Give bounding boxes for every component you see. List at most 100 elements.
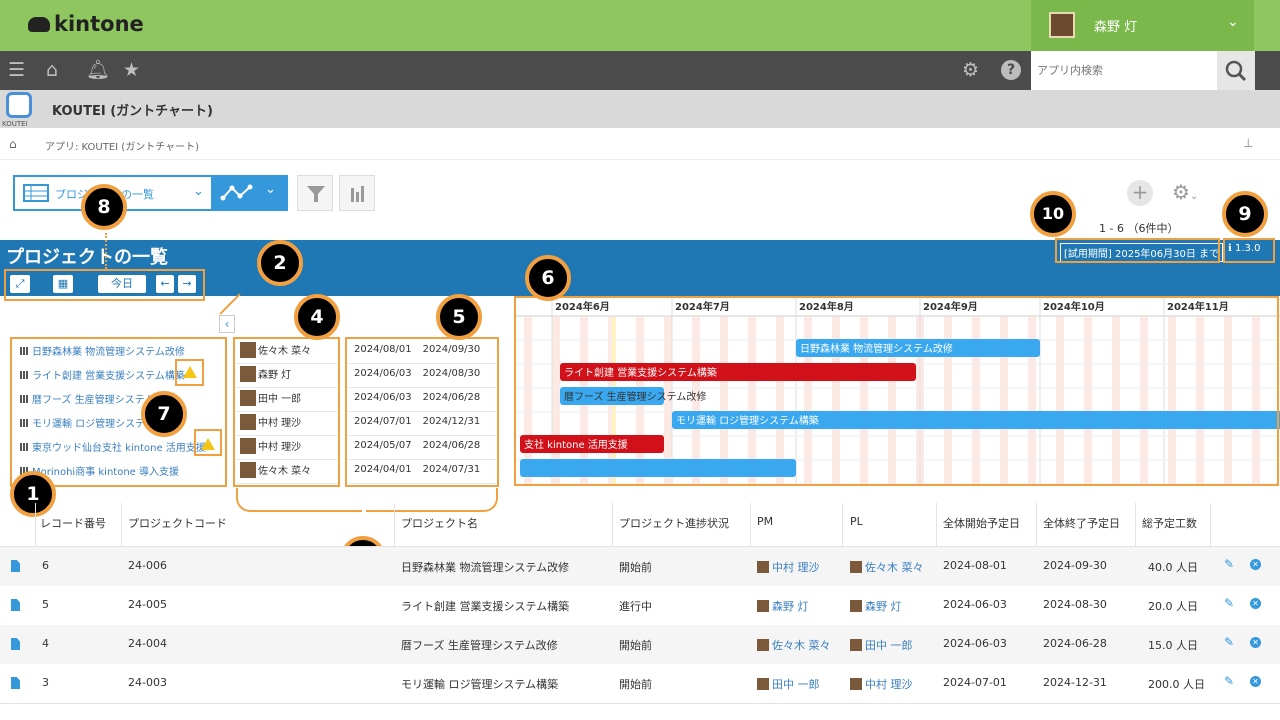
graph-button[interactable] <box>339 175 375 211</box>
cell-end: 2024-12-31 <box>1043 676 1107 689</box>
cell-status: 開始前 <box>619 678 652 691</box>
user-menu[interactable]: 森野 灯 ⌄ <box>1031 0 1254 51</box>
cell-pm[interactable]: 佐々木 菜々 <box>757 637 831 653</box>
chevron-left-icon: ‹ <box>224 317 230 331</box>
cell-code: 24-006 <box>128 559 167 572</box>
cell-pm[interactable]: 森野 灯 <box>757 598 809 614</box>
cell-pl[interactable]: 森野 灯 <box>850 598 902 614</box>
cell-pl[interactable]: 佐々木 菜々 <box>850 559 924 575</box>
pencil-icon[interactable]: ✎ <box>1224 557 1234 571</box>
cell-end: 2024-09-30 <box>1043 559 1107 572</box>
cell-name: 暦フーズ 生産管理システム改修 <box>401 639 558 652</box>
user-name: 田中 一郎 <box>865 639 913 652</box>
cell-start: 2024-08-01 <box>943 559 1007 572</box>
annotation-box <box>233 337 340 487</box>
cell-name: モリ運輸 ロジ管理システム構築 <box>401 678 559 691</box>
column-header[interactable]: プロジェクトコード <box>128 515 227 531</box>
breadcrumb-app-link[interactable]: アプリ: KOUTEI (ガントチャート) <box>45 138 199 153</box>
cell-pl[interactable]: 田中 一郎 <box>850 637 913 653</box>
cell-name: ライト創建 営業支援システム構築 <box>401 600 570 613</box>
home-icon[interactable]: ⌂ <box>46 59 58 81</box>
bell-icon[interactable]: 🔔︎ <box>86 59 110 81</box>
chevron-down-icon: ⌄ <box>1227 14 1239 30</box>
column-header[interactable]: PM <box>757 515 773 528</box>
cell-effort: 20.0 人日 <box>1148 600 1198 613</box>
annotation-box <box>4 269 205 301</box>
menu-icon[interactable]: ☰ <box>8 59 25 81</box>
callout-marker: 9 <box>1222 191 1268 237</box>
cloud-icon <box>28 17 50 32</box>
cell-pm[interactable]: 中村 理沙 <box>757 559 820 575</box>
delete-icon[interactable]: ✕ <box>1250 637 1261 648</box>
pin-icon[interactable]: ⊥ <box>1243 136 1253 150</box>
cell-pl[interactable]: 中村 理沙 <box>850 676 913 692</box>
user-avatar <box>850 639 862 651</box>
collapse-panel-button[interactable]: ‹ <box>219 315 235 333</box>
row-line <box>0 703 1280 704</box>
column-header[interactable]: レコード番号 <box>40 515 106 531</box>
kintone-logo[interactable]: kintone <box>28 12 144 36</box>
column-separator <box>750 503 751 546</box>
add-record-button[interactable]: + <box>1127 180 1153 206</box>
user-avatar <box>757 678 769 690</box>
cell-id: 3 <box>42 676 49 689</box>
cell-status: 開始前 <box>619 639 652 652</box>
column-header[interactable]: 総予定工数 <box>1142 515 1197 531</box>
user-avatar <box>757 639 769 651</box>
cell-id: 4 <box>42 637 49 650</box>
column-header[interactable]: PL <box>850 515 863 528</box>
user-avatar <box>850 561 862 573</box>
graph-view-button[interactable]: ⌄ <box>213 175 288 211</box>
user-name: 佐々木 菜々 <box>772 639 831 652</box>
pencil-icon[interactable]: ✎ <box>1224 596 1234 610</box>
pencil-icon[interactable]: ✎ <box>1224 635 1234 649</box>
record-count: 1 - 6 （6件中） <box>1099 222 1179 235</box>
column-separator <box>1036 503 1037 546</box>
search-button[interactable] <box>1217 51 1255 90</box>
annotation-leader <box>105 233 107 269</box>
star-icon[interactable]: ★ <box>123 59 140 81</box>
column-header[interactable]: プロジェクト進捗状況 <box>619 515 729 531</box>
filter-button[interactable] <box>297 175 333 211</box>
pencil-icon[interactable]: ✎ <box>1224 674 1234 688</box>
callout-marker: 4 <box>294 294 340 340</box>
chevron-down-icon: ⌄ <box>265 182 276 197</box>
column-header[interactable]: プロジェクト名 <box>401 515 478 531</box>
annotation-box <box>1055 238 1220 263</box>
cell-effort: 15.0 人日 <box>1148 639 1198 652</box>
app-settings-button[interactable]: ⚙⌄ <box>1172 180 1198 204</box>
callout-marker: 5 <box>436 294 482 340</box>
home-icon[interactable]: ⌂ <box>9 137 17 151</box>
callout-marker: 7 <box>141 391 187 437</box>
nav-bar: ☰ ⌂ 🔔︎ ★ ⚙ ? <box>0 51 1280 90</box>
cell-start: 2024-07-01 <box>943 676 1007 689</box>
delete-icon[interactable]: ✕ <box>1250 676 1261 687</box>
user-avatar <box>757 600 769 612</box>
column-header[interactable]: 全体終了予定日 <box>1043 515 1120 531</box>
gear-icon[interactable]: ⚙ <box>962 59 979 81</box>
callout-marker: 10 <box>1030 191 1076 237</box>
delete-icon[interactable]: ✕ <box>1250 559 1261 570</box>
column-header[interactable]: 全体開始予定日 <box>943 515 1020 531</box>
app-search-input[interactable] <box>1031 51 1217 90</box>
callout-marker: 8 <box>81 184 127 230</box>
cell-code: 24-005 <box>128 598 167 611</box>
cell-pm[interactable]: 田中 一郎 <box>757 676 820 692</box>
annotation-leader <box>219 293 241 315</box>
app-icon <box>6 92 32 118</box>
user-name: 森野 灯 <box>865 600 902 613</box>
cell-code: 24-003 <box>128 676 167 689</box>
column-separator <box>35 503 36 546</box>
column-separator <box>936 503 937 546</box>
column-separator <box>121 503 122 546</box>
cell-effort: 40.0 人日 <box>1148 561 1198 574</box>
column-separator <box>1210 503 1211 546</box>
help-icon[interactable]: ? <box>1001 60 1021 80</box>
column-separator <box>842 503 843 546</box>
user-name: 中村 理沙 <box>865 678 913 691</box>
cell-id: 6 <box>42 559 49 572</box>
cell-id: 5 <box>42 598 49 611</box>
delete-icon[interactable]: ✕ <box>1250 598 1261 609</box>
gantt-title: プロジェクトの一覧 <box>6 247 168 268</box>
column-separator <box>394 503 395 546</box>
